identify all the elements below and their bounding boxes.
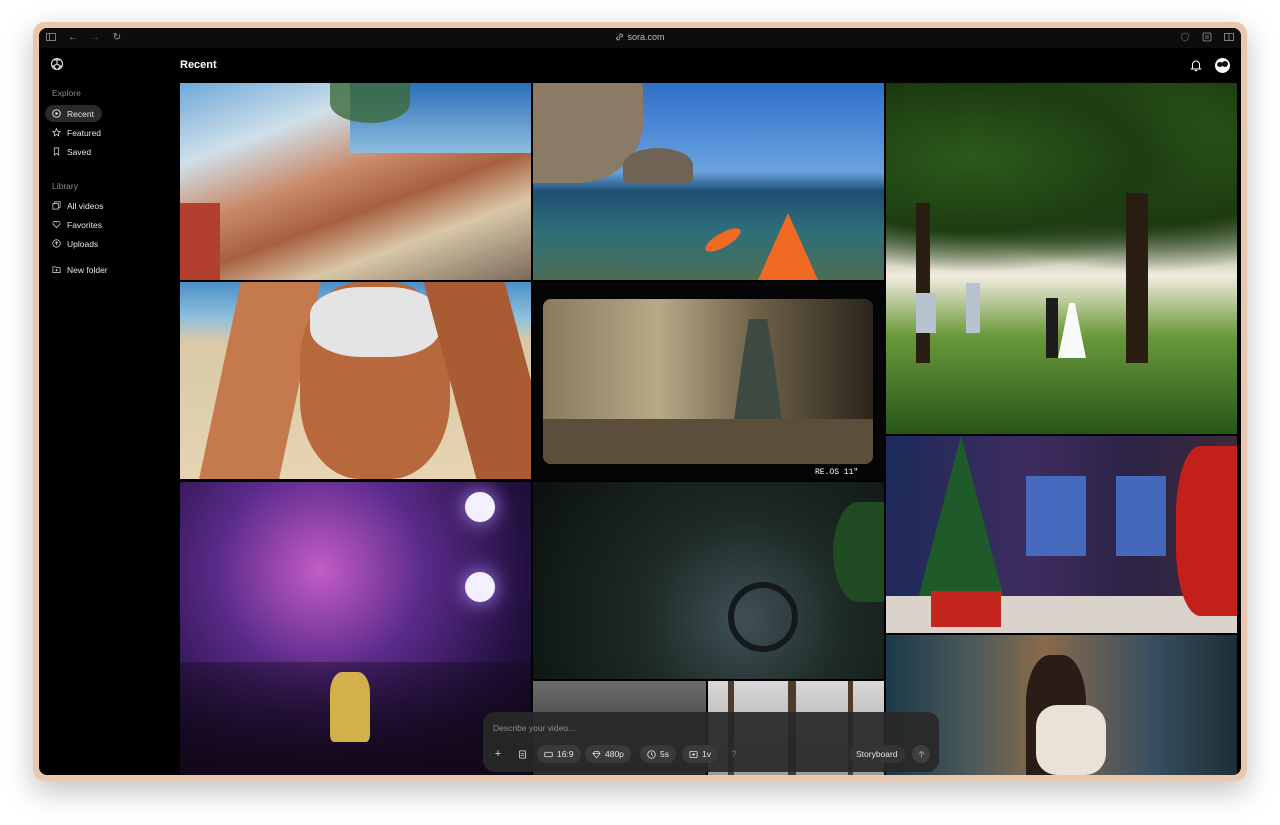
- diamond-icon: [592, 750, 601, 758]
- new-folder-label: New folder: [67, 264, 108, 275]
- avatar[interactable]: [1215, 58, 1230, 73]
- bell-icon[interactable]: [1189, 58, 1203, 72]
- prompt-bar: + 16:9 480p 5s 1v ? Storyboard: [483, 712, 939, 772]
- sidebar-item-label: All videos: [67, 200, 104, 211]
- folder-plus-icon: [52, 266, 61, 274]
- duration-value: 5s: [660, 749, 669, 759]
- variations-value: 1v: [702, 749, 711, 759]
- arrow-up-icon: [917, 750, 925, 758]
- duration-chip[interactable]: 5s: [640, 745, 676, 763]
- overlay-text: RE.OS 11": [815, 468, 859, 477]
- clock-icon: [647, 749, 656, 759]
- variations-icon: [689, 750, 698, 758]
- page-title: Recent: [180, 59, 217, 71]
- resolution-chip[interactable]: 480p: [585, 745, 631, 763]
- reader-icon[interactable]: [1201, 32, 1213, 44]
- aspect-ratio-icon: [544, 751, 553, 757]
- shield-icon[interactable]: [1179, 32, 1191, 44]
- browser-window: ← → ↻ sora.com Explore Recent Featured S…: [39, 28, 1241, 775]
- sidebar-item-favorites[interactable]: Favorites: [45, 216, 110, 233]
- address-bar[interactable]: sora.com: [615, 32, 665, 42]
- bookmark-icon: [53, 147, 60, 156]
- heart-icon: [52, 221, 61, 229]
- video-tile-concert[interactable]: [180, 482, 531, 775]
- explore-section-label: Explore: [52, 88, 81, 98]
- sidebar: Explore Recent Featured Saved Library Al…: [39, 48, 179, 775]
- storyboard-button[interactable]: Storyboard: [849, 745, 905, 763]
- upload-icon: [52, 239, 61, 248]
- videos-icon: [52, 201, 61, 210]
- sidebar-item-label: Saved: [67, 146, 92, 157]
- sidebar-item-label: Recent: [67, 108, 94, 119]
- video-tile-hooded-woman[interactable]: RE.OS 11": [533, 282, 884, 479]
- sidebar-item-all-videos[interactable]: All videos: [45, 197, 111, 214]
- help-icon: ?: [731, 749, 737, 759]
- link-icon: [616, 33, 623, 41]
- sidebar-item-uploads[interactable]: Uploads: [45, 235, 106, 252]
- library-section-label: Library: [52, 181, 78, 191]
- back-arrow-icon[interactable]: ←: [67, 32, 79, 44]
- video-tile-wedding-park[interactable]: [886, 83, 1237, 434]
- help-button[interactable]: ?: [725, 745, 743, 763]
- document-icon: [518, 749, 526, 759]
- sidebar-item-featured[interactable]: Featured: [45, 124, 109, 141]
- sidebar-item-saved[interactable]: Saved: [45, 143, 99, 160]
- forward-arrow-icon[interactable]: →: [89, 32, 101, 44]
- sidebar-item-label: Uploads: [67, 238, 99, 249]
- url-text: sora.com: [627, 32, 665, 42]
- storyboard-label: Storyboard: [856, 749, 898, 759]
- resolution-value: 480p: [605, 749, 624, 759]
- sidebar-item-label: Featured: [67, 127, 102, 138]
- preset-button[interactable]: [513, 745, 531, 763]
- browser-titlebar: ← → ↻ sora.com: [39, 28, 1241, 48]
- new-folder-button[interactable]: New folder: [45, 261, 116, 278]
- variations-chip[interactable]: 1v: [682, 745, 718, 763]
- sidebar-toggle-icon[interactable]: [45, 32, 57, 44]
- video-tile-city[interactable]: [180, 83, 531, 280]
- reload-icon[interactable]: ↻: [111, 32, 123, 44]
- plus-icon: +: [494, 748, 502, 760]
- video-tile-christmas[interactable]: [886, 436, 1237, 633]
- add-button[interactable]: +: [489, 745, 507, 763]
- play-circle-icon: [52, 109, 61, 118]
- aspect-ratio-value: 16:9: [557, 749, 574, 759]
- video-tile-beach[interactable]: [180, 282, 531, 479]
- sidebar-item-label: Favorites: [67, 219, 102, 230]
- sidebar-item-recent[interactable]: Recent: [45, 105, 102, 122]
- split-view-icon[interactable]: [1223, 32, 1235, 44]
- star-icon: [52, 128, 61, 137]
- video-tile-kayak[interactable]: [533, 83, 884, 280]
- openai-logo-icon[interactable]: [50, 57, 64, 71]
- submit-button[interactable]: [912, 745, 930, 763]
- aspect-ratio-chip[interactable]: 16:9: [537, 745, 581, 763]
- video-tile-forest-bike[interactable]: [533, 482, 884, 679]
- prompt-input[interactable]: [493, 721, 923, 735]
